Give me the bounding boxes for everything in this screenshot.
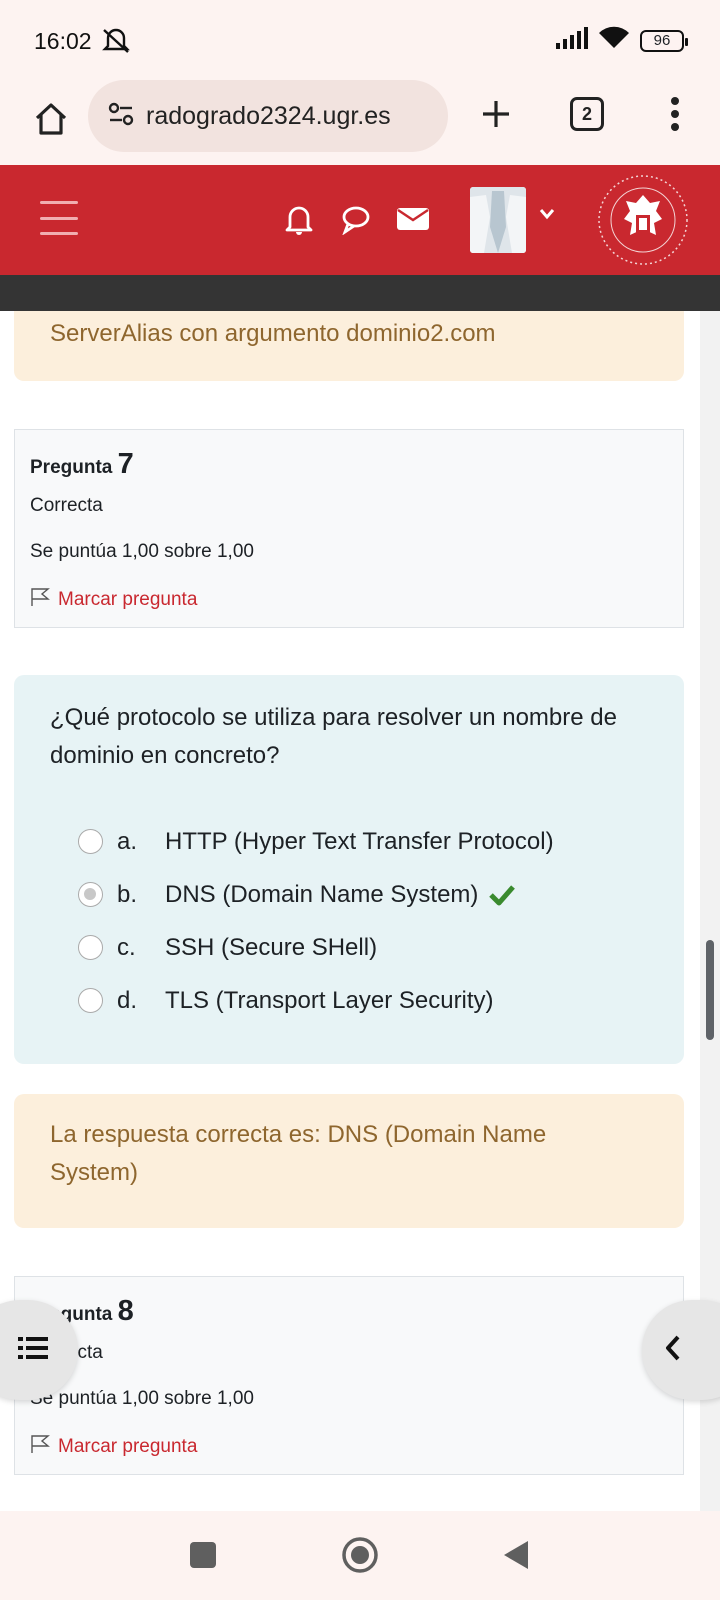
answer-option-d[interactable]: d. TLS (Transport Layer Security) — [50, 974, 648, 1027]
checkmark-icon — [488, 883, 516, 907]
mail-icon[interactable] — [396, 207, 430, 236]
chevron-down-icon[interactable] — [538, 207, 556, 226]
radio-button[interactable] — [78, 988, 103, 1013]
back-icon[interactable] — [502, 1539, 530, 1576]
bell-icon[interactable] — [284, 203, 314, 240]
chevron-left-icon[interactable] — [664, 1334, 682, 1367]
answer-letter: c. — [117, 933, 136, 961]
url-text[interactable]: radogrado2324.ugr.es — [146, 102, 391, 131]
answer-list: a. HTTP (Hyper Text Transfer Protocol) b… — [50, 815, 648, 1027]
scrollbar-thumb[interactable] — [706, 940, 714, 1040]
answer-text: SSH (Secure SHell) — [165, 933, 378, 961]
answer-option-b[interactable]: b. DNS (Domain Name System) — [50, 868, 648, 921]
system-nav-bar — [0, 1511, 720, 1600]
question-content-7: ¿Qué protocolo se utiliza para resolver … — [14, 675, 684, 1064]
flag-question-link[interactable]: Marcar pregunta — [30, 1434, 668, 1460]
flag-icon[interactable] — [30, 587, 50, 613]
recents-icon[interactable] — [190, 1542, 216, 1568]
home-icon[interactable] — [26, 94, 76, 144]
answer-text: TLS (Transport Layer Security) — [165, 986, 494, 1014]
signal-icon — [554, 27, 588, 54]
avatar[interactable] — [470, 187, 526, 253]
question-state: Correcta — [30, 1342, 668, 1364]
site-header — [0, 165, 720, 275]
menu-icon[interactable] — [660, 92, 690, 136]
question-grade: Se puntúa 1,00 sobre 1,00 — [30, 1388, 254, 1409]
question-grade: Se puntúa 1,00 sobre 1,00 — [30, 541, 254, 562]
feedback-text: ServerAlias con argumento dominio2.com — [50, 320, 496, 347]
mute-icon — [100, 26, 132, 59]
question-title: Pregunta 7 — [30, 448, 134, 480]
question-title: Pregunta 8 — [30, 1295, 134, 1327]
quiz-review-content: ServerAlias con argumento dominio2.com P… — [0, 311, 700, 1511]
site-settings-icon[interactable] — [108, 102, 134, 131]
answer-letter: a. — [117, 827, 138, 855]
feedback-prev: ServerAlias con argumento dominio2.com — [14, 311, 684, 381]
answer-letter: b. — [117, 880, 138, 908]
radio-button-selected[interactable] — [78, 882, 103, 907]
url-bar[interactable]: radogrado2324.ugr.es — [88, 80, 448, 152]
radio-button[interactable] — [78, 829, 103, 854]
answer-option-a[interactable]: a. HTTP (Hyper Text Transfer Protocol) — [50, 815, 648, 868]
question-info-8: Pregunta 8 Correcta Se puntúa 1,00 sobre… — [14, 1276, 684, 1475]
tabs-icon[interactable]: 2 — [570, 97, 604, 131]
secondary-nav-bar — [0, 275, 720, 311]
question-state: Correcta — [30, 495, 103, 516]
battery-icon: 96 — [640, 29, 688, 52]
university-seal — [596, 173, 690, 267]
status-time: 16:02 — [34, 28, 92, 54]
flag-label[interactable]: Marcar pregunta — [58, 589, 197, 611]
new-tab-icon[interactable] — [474, 92, 518, 136]
browser-toolbar: radogrado2324.ugr.es 2 — [0, 80, 720, 165]
question-info-7: Pregunta 7 Correcta Se puntúa 1,00 sobre… — [14, 429, 684, 628]
feedback-text: La respuesta correcta es: DNS (Domain Na… — [50, 1121, 547, 1186]
chat-icon[interactable] — [340, 205, 372, 240]
question-text: ¿Qué protocolo se utiliza para resolver … — [50, 704, 617, 769]
home-circle-icon[interactable] — [340, 1535, 380, 1580]
answer-letter: d. — [117, 986, 138, 1014]
list-icon[interactable] — [18, 1336, 48, 1365]
flag-label[interactable]: Marcar pregunta — [58, 1436, 197, 1458]
menu-icon[interactable] — [40, 201, 78, 235]
answer-text: HTTP (Hyper Text Transfer Protocol) — [165, 827, 554, 855]
wifi-icon — [598, 26, 630, 55]
answer-option-c[interactable]: c. SSH (Secure SHell) — [50, 921, 648, 974]
answer-text: DNS (Domain Name System) — [165, 880, 479, 908]
radio-button[interactable] — [78, 935, 103, 960]
correct-answer-feedback: La respuesta correcta es: DNS (Domain Na… — [14, 1094, 684, 1228]
flag-question-link[interactable]: Marcar pregunta — [30, 587, 668, 613]
flag-icon[interactable] — [30, 1434, 50, 1460]
status-bar: 16:02 96 — [0, 0, 720, 80]
